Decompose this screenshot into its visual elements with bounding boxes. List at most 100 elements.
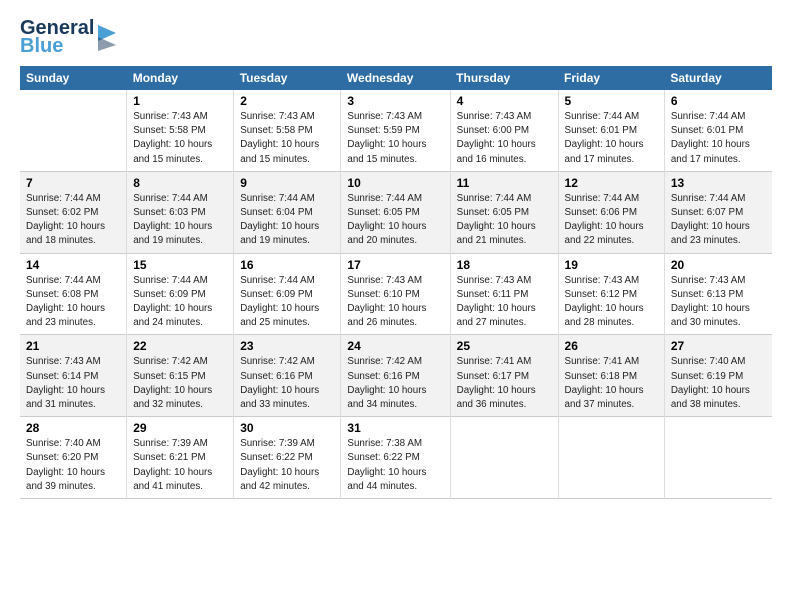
day-number: 17 xyxy=(347,258,443,272)
header: General Blue xyxy=(20,18,772,56)
day-number: 20 xyxy=(671,258,766,272)
day-info: Sunrise: 7:41 AM Sunset: 6:18 PM Dayligh… xyxy=(565,355,658,412)
day-info: Sunrise: 7:42 AM Sunset: 6:16 PM Dayligh… xyxy=(347,355,443,412)
calendar-cell: 3Sunrise: 7:43 AM Sunset: 5:59 PM Daylig… xyxy=(341,90,450,171)
day-number: 6 xyxy=(671,94,766,108)
calendar-cell xyxy=(20,90,127,171)
weekday-header-sunday: Sunday xyxy=(20,66,127,90)
calendar-cell: 29Sunrise: 7:39 AM Sunset: 6:21 PM Dayli… xyxy=(127,417,234,499)
day-number: 10 xyxy=(347,176,443,190)
calendar-cell: 28 Sunrise: 7:40 AM Sunset: 6:20 PM Dayli… xyxy=(20,417,127,499)
day-number: 31 xyxy=(347,421,443,435)
calendar-cell: 9Sunrise: 7:44 AM Sunset: 6:04 PM Daylig… xyxy=(234,171,341,253)
calendar-cell: 21 Sunrise: 7:43 AM Sunset: 6:14 PM Dayli… xyxy=(20,335,127,417)
calendar-cell: 16 Sunrise: 7:44 AM Sunset: 6:09 PM Dayli… xyxy=(234,253,341,335)
day-number: 18 xyxy=(457,258,552,272)
day-number: 26 xyxy=(565,339,658,353)
day-info: Sunrise: 7:40 AM Sunset: 6:20 PM Dayligh… xyxy=(26,437,120,494)
day-number: 23 xyxy=(240,339,334,353)
day-info: Sunrise: 7:40 AM Sunset: 6:19 PM Dayligh… xyxy=(671,355,766,412)
calendar-cell xyxy=(450,417,558,499)
calendar-cell: 13 Sunrise: 7:44 AM Sunset: 6:07 PM Dayli… xyxy=(664,171,772,253)
weekday-header-tuesday: Tuesday xyxy=(234,66,341,90)
calendar-cell: 19 Sunrise: 7:43 AM Sunset: 6:12 PM Dayli… xyxy=(558,253,664,335)
day-info: Sunrise: 7:44 AM Sunset: 6:07 PM Dayligh… xyxy=(671,192,766,249)
calendar-cell: 14 Sunrise: 7:44 AM Sunset: 6:08 PM Dayli… xyxy=(20,253,127,335)
day-number: 13 xyxy=(671,176,766,190)
day-info: Sunrise: 7:43 AM Sunset: 6:12 PM Dayligh… xyxy=(565,274,658,331)
day-info: Sunrise: 7:43 AM Sunset: 5:58 PM Dayligh… xyxy=(133,110,227,167)
day-number: 25 xyxy=(457,339,552,353)
day-info: Sunrise: 7:43 AM Sunset: 6:13 PM Dayligh… xyxy=(671,274,766,331)
day-info: Sunrise: 7:39 AM Sunset: 6:21 PM Dayligh… xyxy=(133,437,227,494)
day-number: 24 xyxy=(347,339,443,353)
day-number: 5 xyxy=(565,94,658,108)
weekday-header-saturday: Saturday xyxy=(664,66,772,90)
day-number: 8 xyxy=(133,176,227,190)
calendar-cell: 10Sunrise: 7:44 AM Sunset: 6:05 PM Dayli… xyxy=(341,171,450,253)
day-info: Sunrise: 7:43 AM Sunset: 6:00 PM Dayligh… xyxy=(457,110,552,167)
calendar-cell: 8 Sunrise: 7:44 AM Sunset: 6:03 PM Daylig… xyxy=(127,171,234,253)
calendar-cell: 27 Sunrise: 7:40 AM Sunset: 6:19 PM Dayli… xyxy=(664,335,772,417)
day-number: 28 xyxy=(26,421,120,435)
logo: General Blue xyxy=(20,18,118,56)
calendar-cell: 6 Sunrise: 7:44 AM Sunset: 6:01 PM Daylig… xyxy=(664,90,772,171)
day-info: Sunrise: 7:44 AM Sunset: 6:02 PM Dayligh… xyxy=(26,192,120,249)
day-info: Sunrise: 7:44 AM Sunset: 6:01 PM Dayligh… xyxy=(565,110,658,167)
day-info: Sunrise: 7:43 AM Sunset: 5:59 PM Dayligh… xyxy=(347,110,443,167)
calendar-cell: 31 Sunrise: 7:38 AM Sunset: 6:22 PM Dayli… xyxy=(341,417,450,499)
weekday-header-thursday: Thursday xyxy=(450,66,558,90)
day-info: Sunrise: 7:44 AM Sunset: 6:05 PM Dayligh… xyxy=(457,192,552,249)
day-number: 4 xyxy=(457,94,552,108)
page: General Blue SundayMondayTuesdayWednesda… xyxy=(0,0,792,509)
calendar-cell: 7 Sunrise: 7:44 AM Sunset: 6:02 PM Daylig… xyxy=(20,171,127,253)
weekday-header-monday: Monday xyxy=(127,66,234,90)
calendar-cell: 2Sunrise: 7:43 AM Sunset: 5:58 PM Daylig… xyxy=(234,90,341,171)
day-number: 16 xyxy=(240,258,334,272)
weekday-header-friday: Friday xyxy=(558,66,664,90)
calendar-cell: 12Sunrise: 7:44 AM Sunset: 6:06 PM Dayli… xyxy=(558,171,664,253)
calendar-cell xyxy=(558,417,664,499)
day-number: 15 xyxy=(133,258,227,272)
calendar-cell: 30Sunrise: 7:39 AM Sunset: 6:22 PM Dayli… xyxy=(234,417,341,499)
day-number: 1 xyxy=(133,94,227,108)
day-number: 14 xyxy=(26,258,120,272)
week-row-3: 14 Sunrise: 7:44 AM Sunset: 6:08 PM Dayli… xyxy=(20,253,772,335)
day-info: Sunrise: 7:44 AM Sunset: 6:04 PM Dayligh… xyxy=(240,192,334,249)
day-info: Sunrise: 7:44 AM Sunset: 6:03 PM Dayligh… xyxy=(133,192,227,249)
calendar-cell: 25 Sunrise: 7:41 AM Sunset: 6:17 PM Dayli… xyxy=(450,335,558,417)
week-row-4: 21 Sunrise: 7:43 AM Sunset: 6:14 PM Dayli… xyxy=(20,335,772,417)
day-info: Sunrise: 7:41 AM Sunset: 6:17 PM Dayligh… xyxy=(457,355,552,412)
calendar-cell: 17 Sunrise: 7:43 AM Sunset: 6:10 PM Dayli… xyxy=(341,253,450,335)
calendar-cell: 23Sunrise: 7:42 AM Sunset: 6:16 PM Dayli… xyxy=(234,335,341,417)
day-info: Sunrise: 7:44 AM Sunset: 6:01 PM Dayligh… xyxy=(671,110,766,167)
day-number: 21 xyxy=(26,339,120,353)
calendar-cell: 24 Sunrise: 7:42 AM Sunset: 6:16 PM Dayli… xyxy=(341,335,450,417)
day-info: Sunrise: 7:44 AM Sunset: 6:09 PM Dayligh… xyxy=(240,274,334,331)
calendar-cell xyxy=(664,417,772,499)
calendar-cell: 15Sunrise: 7:44 AM Sunset: 6:09 PM Dayli… xyxy=(127,253,234,335)
day-number: 30 xyxy=(240,421,334,435)
calendar-cell: 26 Sunrise: 7:41 AM Sunset: 6:18 PM Dayli… xyxy=(558,335,664,417)
day-info: Sunrise: 7:44 AM Sunset: 6:08 PM Dayligh… xyxy=(26,274,120,331)
calendar-cell: 22Sunrise: 7:42 AM Sunset: 6:15 PM Dayli… xyxy=(127,335,234,417)
day-number: 19 xyxy=(565,258,658,272)
day-info: Sunrise: 7:38 AM Sunset: 6:22 PM Dayligh… xyxy=(347,437,443,494)
calendar-cell: 1 Sunrise: 7:43 AM Sunset: 5:58 PM Daylig… xyxy=(127,90,234,171)
calendar-cell: 20 Sunrise: 7:43 AM Sunset: 6:13 PM Dayli… xyxy=(664,253,772,335)
day-number: 7 xyxy=(26,176,120,190)
day-number: 12 xyxy=(565,176,658,190)
weekday-header-wednesday: Wednesday xyxy=(341,66,450,90)
day-info: Sunrise: 7:43 AM Sunset: 6:14 PM Dayligh… xyxy=(26,355,120,412)
day-number: 11 xyxy=(457,176,552,190)
weekday-header-row: SundayMondayTuesdayWednesdayThursdayFrid… xyxy=(20,66,772,90)
calendar-table: SundayMondayTuesdayWednesdayThursdayFrid… xyxy=(20,66,772,499)
calendar-cell: 11 Sunrise: 7:44 AM Sunset: 6:05 PM Dayli… xyxy=(450,171,558,253)
week-row-1: 1 Sunrise: 7:43 AM Sunset: 5:58 PM Daylig… xyxy=(20,90,772,171)
logo-icon xyxy=(96,23,118,51)
day-number: 27 xyxy=(671,339,766,353)
calendar-cell: 18Sunrise: 7:43 AM Sunset: 6:11 PM Dayli… xyxy=(450,253,558,335)
calendar-cell: 5 Sunrise: 7:44 AM Sunset: 6:01 PM Daylig… xyxy=(558,90,664,171)
week-row-2: 7 Sunrise: 7:44 AM Sunset: 6:02 PM Daylig… xyxy=(20,171,772,253)
day-info: Sunrise: 7:43 AM Sunset: 6:10 PM Dayligh… xyxy=(347,274,443,331)
